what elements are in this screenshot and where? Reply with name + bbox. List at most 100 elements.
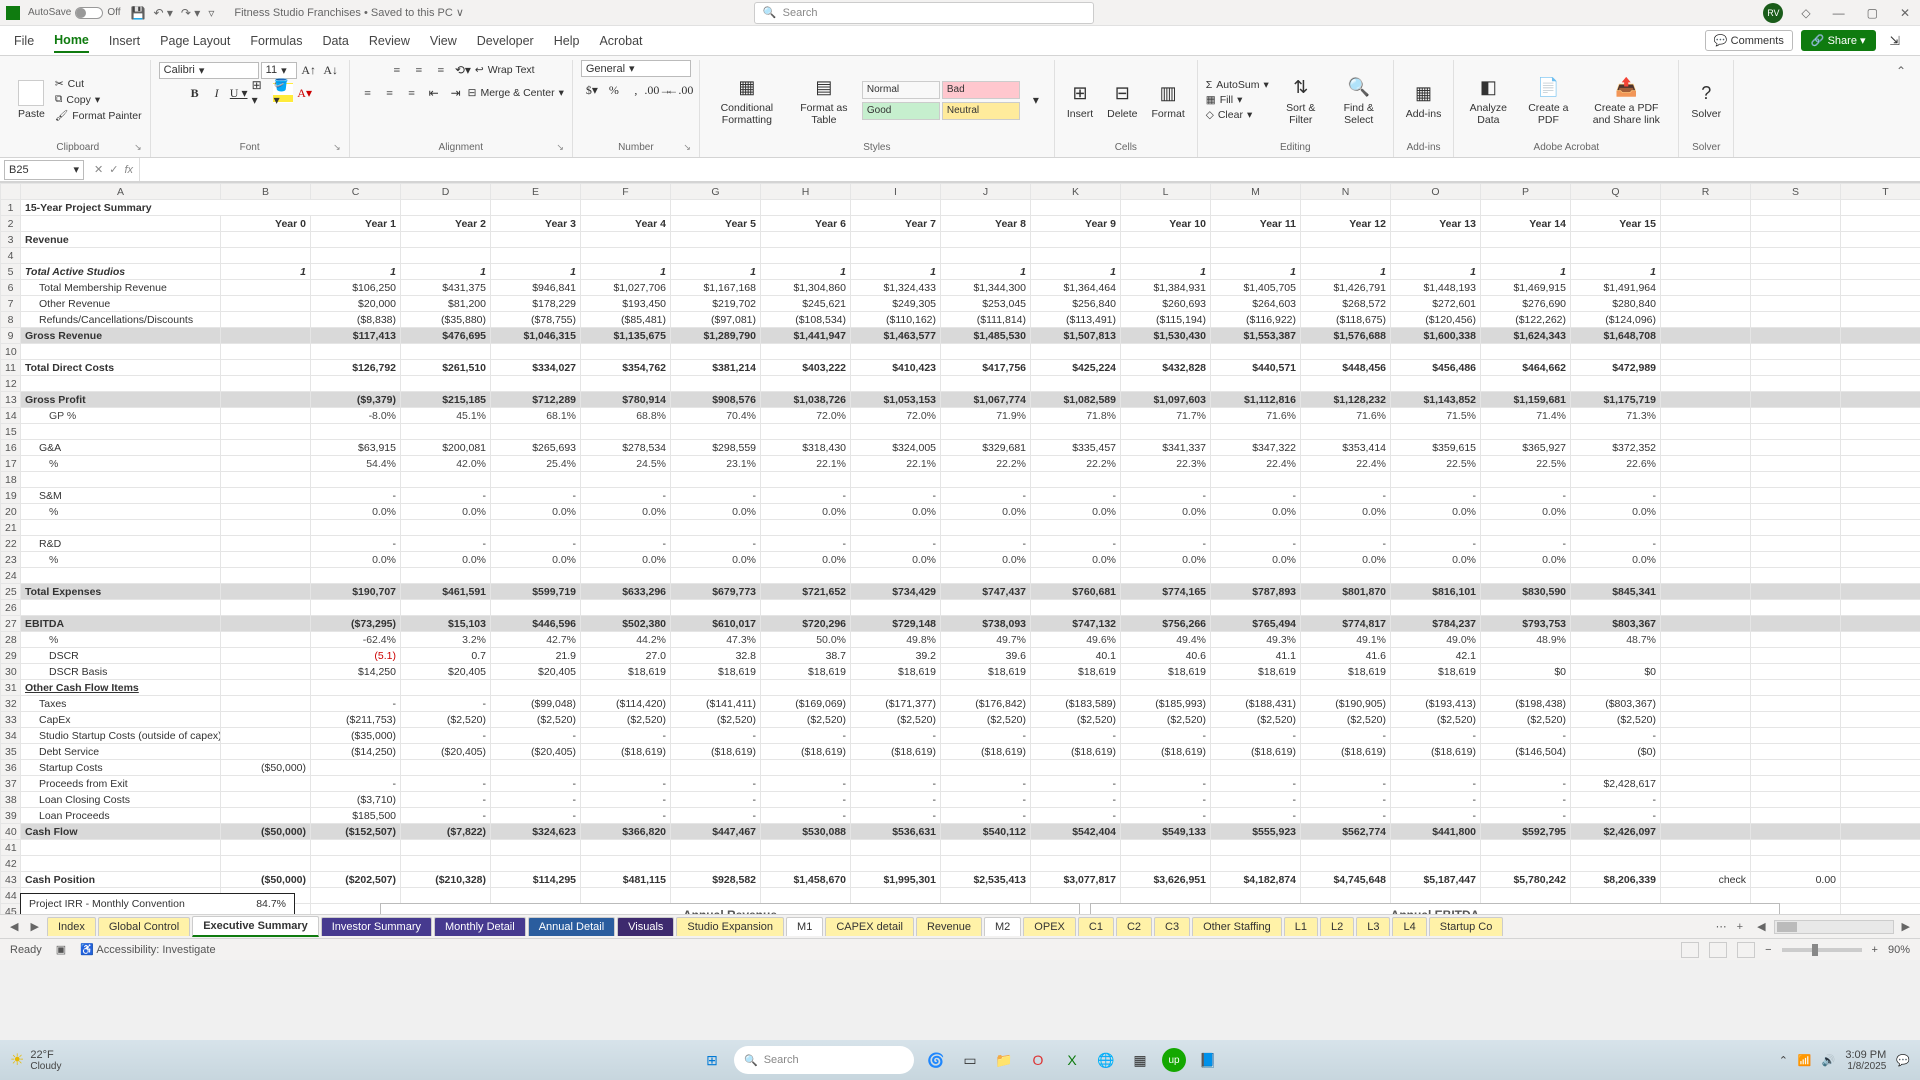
cell[interactable]: - <box>761 792 851 808</box>
cell[interactable]: $679,773 <box>671 584 761 600</box>
col-header-G[interactable]: G <box>671 184 761 200</box>
cell[interactable]: ($211,753) <box>311 712 401 728</box>
cell[interactable] <box>1211 888 1301 904</box>
cell[interactable] <box>1031 840 1121 856</box>
cell[interactable] <box>671 344 761 360</box>
cell[interactable] <box>1841 536 1920 552</box>
cell[interactable]: - <box>491 488 581 504</box>
cell[interactable] <box>1031 888 1121 904</box>
row-header-9[interactable]: 9 <box>1 328 21 344</box>
cell[interactable]: 47.3% <box>671 632 761 648</box>
cell[interactable]: - <box>581 728 671 744</box>
cell[interactable]: $318,430 <box>761 440 851 456</box>
cell[interactable] <box>1661 696 1751 712</box>
cell[interactable] <box>491 472 581 488</box>
cell[interactable] <box>1751 232 1841 248</box>
cell[interactable]: $18,619 <box>1301 664 1391 680</box>
cell[interactable]: ($108,534) <box>761 312 851 328</box>
cell[interactable] <box>1481 200 1571 216</box>
cell[interactable] <box>1301 840 1391 856</box>
cell[interactable]: - <box>1391 488 1481 504</box>
percent-icon[interactable]: % <box>604 80 624 100</box>
cell[interactable] <box>221 536 311 552</box>
row-header-29[interactable]: 29 <box>1 648 21 664</box>
cell[interactable] <box>761 344 851 360</box>
clear-button[interactable]: ◇ Clear ▾ <box>1206 109 1269 121</box>
cell[interactable]: $18,619 <box>1391 664 1481 680</box>
cell[interactable]: 41.6 <box>1301 648 1391 664</box>
cell[interactable]: $1,405,705 <box>1211 280 1301 296</box>
cell[interactable] <box>761 520 851 536</box>
cell[interactable]: ($0) <box>1571 744 1661 760</box>
row-header-35[interactable]: 35 <box>1 744 21 760</box>
cell[interactable]: 1 <box>1571 264 1661 280</box>
cell[interactable]: $381,214 <box>671 360 761 376</box>
cell[interactable] <box>21 856 221 872</box>
cell[interactable]: - <box>941 776 1031 792</box>
cell[interactable]: 0.0% <box>1571 504 1661 520</box>
cell[interactable]: ($202,507) <box>311 872 401 888</box>
cell[interactable]: 40.1 <box>1031 648 1121 664</box>
accounting-icon[interactable]: $▾ <box>582 80 602 100</box>
cell[interactable]: - <box>1301 808 1391 824</box>
opera-icon[interactable]: O <box>1026 1048 1050 1072</box>
autosum-button[interactable]: Σ AutoSum ▾ <box>1206 79 1269 91</box>
cell[interactable] <box>761 376 851 392</box>
cell[interactable]: $747,132 <box>1031 616 1121 632</box>
cell[interactable] <box>221 440 311 456</box>
border-button[interactable]: ⊞ ▾ <box>251 83 271 103</box>
cell[interactable] <box>1841 904 1920 915</box>
cell[interactable]: ($20,405) <box>491 744 581 760</box>
cell[interactable]: $1,507,813 <box>1031 328 1121 344</box>
cell[interactable] <box>1211 600 1301 616</box>
cell[interactable] <box>1121 680 1211 696</box>
row-header-25[interactable]: 25 <box>1 584 21 600</box>
cell[interactable] <box>671 232 761 248</box>
cell[interactable]: - <box>1121 808 1211 824</box>
col-header-M[interactable]: M <box>1211 184 1301 200</box>
cell[interactable] <box>1841 344 1920 360</box>
explorer-icon[interactable]: 📁 <box>992 1048 1016 1072</box>
cell[interactable]: $261,510 <box>401 360 491 376</box>
annual-ebitda-chart[interactable]: Annual EBITDA <box>1090 903 1780 914</box>
fx-icon[interactable]: fx <box>124 164 133 176</box>
cell[interactable]: ($124,096) <box>1571 312 1661 328</box>
cell[interactable]: $1,289,790 <box>671 328 761 344</box>
indent-decrease-icon[interactable]: ⇤ <box>424 83 444 103</box>
cell[interactable] <box>1751 696 1841 712</box>
cell[interactable] <box>1571 888 1661 904</box>
cell[interactable] <box>221 296 311 312</box>
cell[interactable] <box>851 888 941 904</box>
new-sheet-icon[interactable]: + <box>1731 921 1749 933</box>
cell[interactable] <box>221 680 311 696</box>
cell[interactable] <box>1841 376 1920 392</box>
cell[interactable]: $448,456 <box>1301 360 1391 376</box>
cell[interactable] <box>401 568 491 584</box>
cell[interactable]: 71.6% <box>1301 408 1391 424</box>
col-header-H[interactable]: H <box>761 184 851 200</box>
cell[interactable]: - <box>1301 536 1391 552</box>
cell[interactable]: - <box>1211 792 1301 808</box>
cell[interactable]: ($14,250) <box>311 744 401 760</box>
row-header-27[interactable]: 27 <box>1 616 21 632</box>
cell[interactable]: ($8,838) <box>311 312 401 328</box>
cell[interactable] <box>1751 360 1841 376</box>
cell[interactable] <box>401 888 491 904</box>
ribbon-mode-icon[interactable]: ⇲ <box>1884 33 1906 48</box>
cell[interactable]: $20,405 <box>491 664 581 680</box>
cell[interactable] <box>221 312 311 328</box>
cond-format-button[interactable]: ▦Conditional Formatting <box>708 72 786 128</box>
start-icon[interactable]: ⊞ <box>700 1048 724 1072</box>
cell[interactable]: $359,615 <box>1391 440 1481 456</box>
cell[interactable] <box>1751 520 1841 536</box>
cell[interactable]: ($99,048) <box>491 696 581 712</box>
cell[interactable]: - <box>581 488 671 504</box>
cell[interactable]: ($115,194) <box>1121 312 1211 328</box>
menu-tab-data[interactable]: Data <box>322 30 348 52</box>
cell[interactable]: $298,559 <box>671 440 761 456</box>
col-header-O[interactable]: O <box>1391 184 1481 200</box>
cell[interactable]: - <box>941 792 1031 808</box>
cell[interactable] <box>761 760 851 776</box>
zoom-level[interactable]: 90% <box>1888 944 1910 956</box>
year-header[interactable]: Year 6 <box>761 216 851 232</box>
